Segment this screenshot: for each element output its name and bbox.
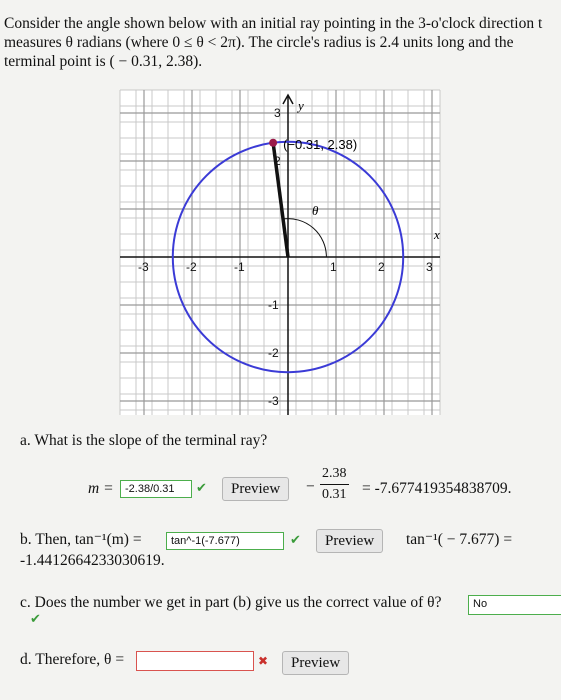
y-tick-label: -2 <box>268 346 279 360</box>
slope-label: m = <box>88 480 114 497</box>
y-tick-label: 3 <box>274 106 281 120</box>
y-axis-label: y <box>296 98 304 113</box>
question-a: a. What is the slope of the terminal ray… <box>20 432 268 449</box>
x-tick-label: 3 <box>426 260 433 274</box>
x-axis-label: x <box>433 227 440 242</box>
preview-button-d[interactable]: Preview <box>282 651 350 675</box>
correct-check-icon: ✔ <box>30 612 41 627</box>
fraction-numerator: 2.38 <box>320 466 349 485</box>
fraction-sign: − <box>306 478 315 495</box>
x-tick-label: -3 <box>138 260 149 274</box>
question-d-prefix: d. Therefore, θ = <box>20 651 125 668</box>
y-tick-label: -3 <box>268 394 279 408</box>
theta-answer-input[interactable] <box>136 651 254 671</box>
x-tick-label: -1 <box>234 260 245 274</box>
question-b-prefix: b. Then, tan⁻¹(m) = <box>20 531 142 548</box>
x-tick-label: -2 <box>186 260 197 274</box>
question-c: c. Does the number we get in part (b) gi… <box>20 594 442 611</box>
angle-label: θ <box>312 203 319 218</box>
unit-circle-graph: -3 -2 -1 1 2 3 3 2 -1 -2 -3 x y (−0.31, 2.38) θ <box>119 89 441 415</box>
theta-correct-select[interactable]: No <box>468 595 561 615</box>
arctan-expression: tan⁻¹( − 7.677) = <box>406 531 513 548</box>
preview-button-b[interactable]: Preview <box>316 529 384 553</box>
slope-result: = -7.677419354838709. <box>362 480 512 497</box>
arctan-result: -1.4412664233030619. <box>20 552 165 569</box>
y-tick-label: 2 <box>274 154 281 168</box>
x-tick-label: 1 <box>330 260 337 274</box>
arctan-answer-input[interactable]: tan^-1(-7.677) <box>166 532 284 550</box>
point-label: (−0.31, 2.38) <box>283 137 357 152</box>
terminal-point <box>269 138 278 147</box>
y-tick-label: -1 <box>268 298 279 312</box>
x-tick-label: 2 <box>378 260 385 274</box>
slope-answer-input[interactable]: -2.38/0.31 <box>120 480 192 498</box>
correct-check-icon: ✔ <box>290 533 301 548</box>
grid-lines <box>119 89 441 415</box>
correct-check-icon: ✔ <box>196 481 207 496</box>
preview-button-a[interactable]: Preview <box>222 477 290 501</box>
incorrect-x-icon: ✖ <box>258 654 269 668</box>
fraction-denominator: 0.31 <box>322 487 347 502</box>
slope-fraction: 2.38 0.31 <box>320 466 349 503</box>
